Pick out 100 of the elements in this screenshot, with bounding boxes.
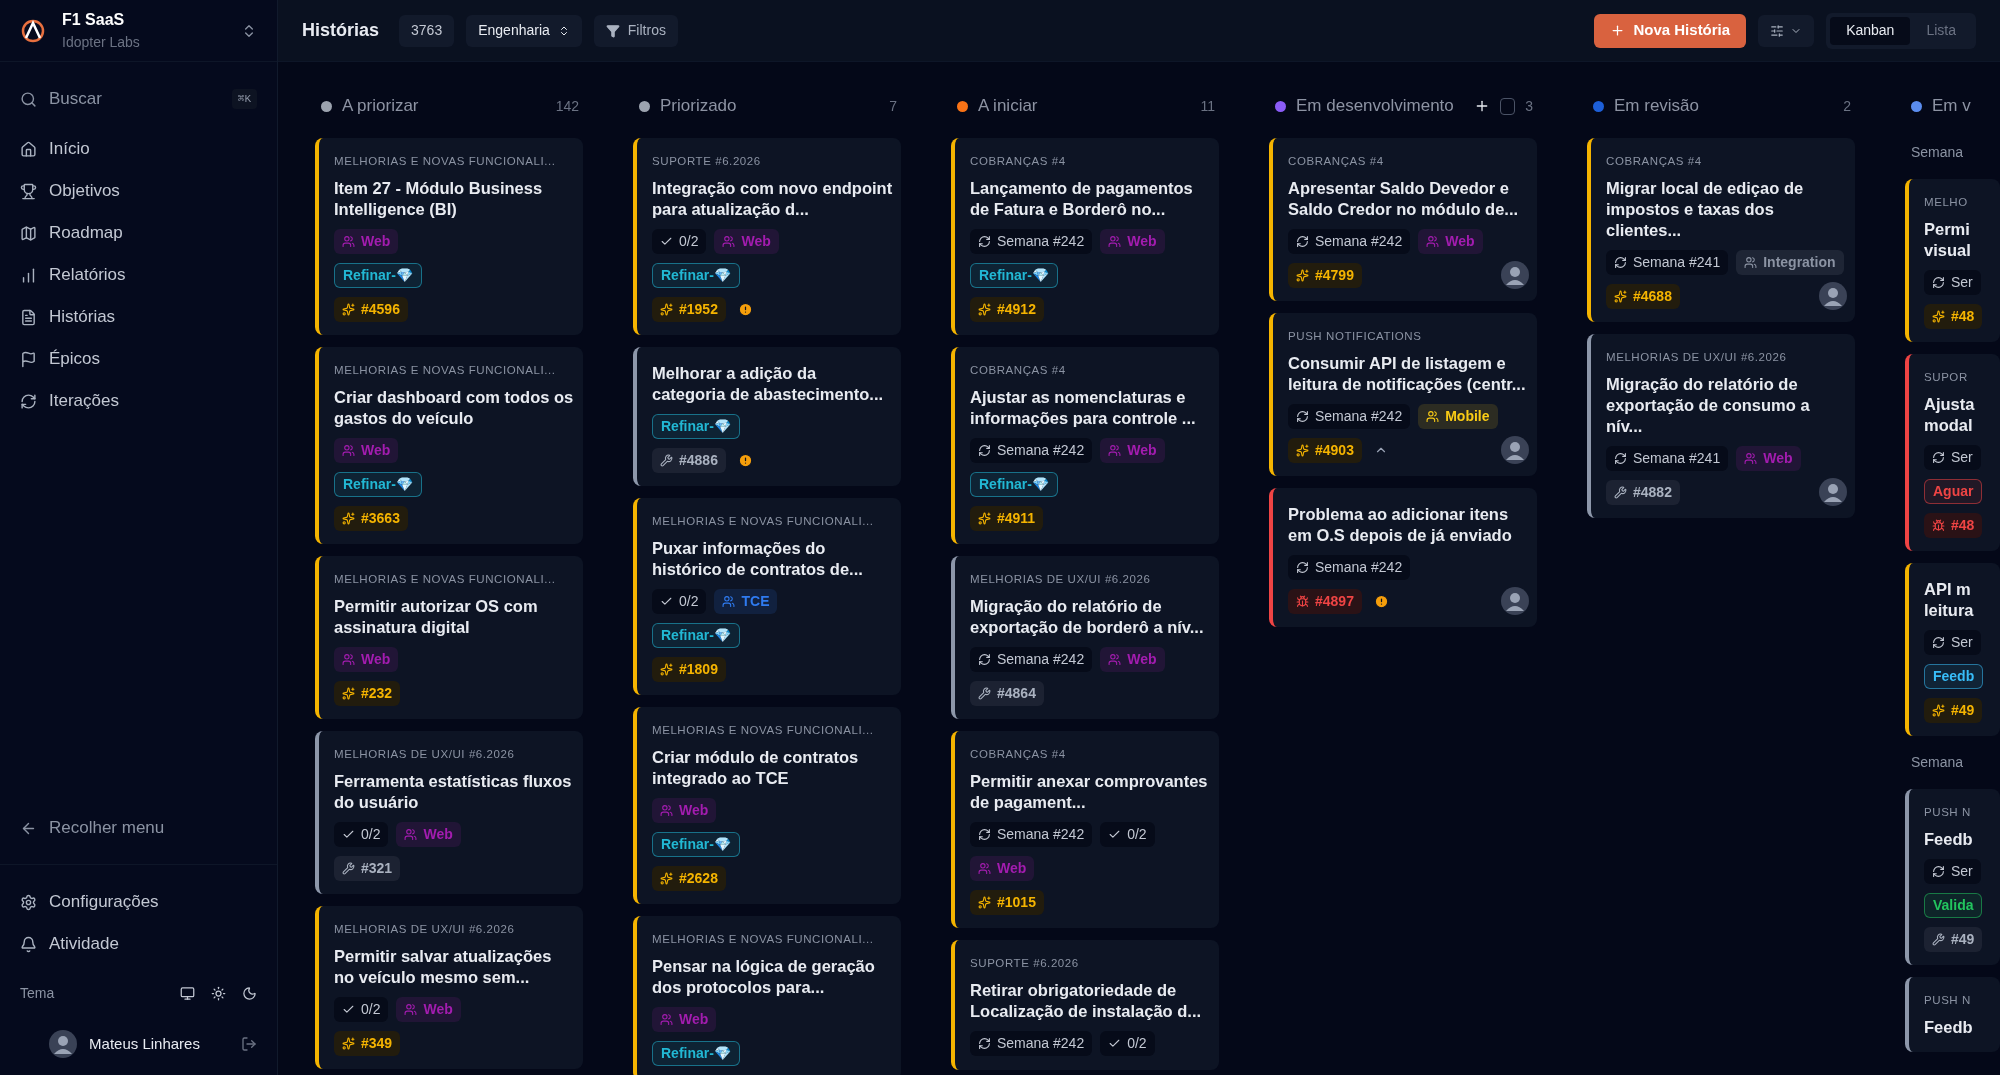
- story-card[interactable]: MELHORIAS DE UX/UI #6.2026 Migração do relatório de exportação de borderô a nív... Semana #242 Web #4864: [951, 556, 1219, 719]
- story-card[interactable]: Melhorar a adição da categoria de abastecimento... Refinar-💎 #4886: [633, 347, 901, 486]
- story-title: Apresentar Saldo Devedor e Saldo Credor no módulo de...: [1288, 178, 1520, 220]
- story-title: Consumir API de listagem e leitura de notificações (centr...: [1288, 353, 1527, 395]
- story-card[interactable]: MELHORIAS E NOVAS FUNCIONALI... Permitir autorizar OS com assinatura digital Web #232: [315, 556, 583, 719]
- story-id[interactable]: #232: [334, 680, 401, 706]
- tools-icon: [1614, 485, 1627, 499]
- people-icon: [722, 595, 736, 608]
- story-card[interactable]: PUSH N Feedb Ser Valida #49: [1905, 789, 2000, 965]
- story-card[interactable]: COBRANÇAS #4 Apresentar Saldo Devedor e Saldo Credor no módulo de... Semana #242 Web #4799: [1269, 138, 1537, 301]
- story-id[interactable]: #4688: [1606, 283, 1680, 309]
- story-id[interactable]: #3663: [334, 505, 408, 531]
- column-title: Em v: [1932, 95, 1971, 118]
- iteration-tag: Semana #242: [970, 647, 1093, 672]
- team-tag: Mobile: [1418, 404, 1498, 429]
- story-id[interactable]: #4596: [334, 296, 408, 322]
- view-tab[interactable]: Kanban: [1830, 16, 1911, 45]
- story-id[interactable]: #1952: [652, 296, 726, 322]
- column-count: 3: [1525, 96, 1533, 116]
- story-card[interactable]: SUPORTE #6.2026 Integração com novo endpoint para atualização d... 0/2 Web Refinar-💎 #1952: [633, 138, 901, 335]
- story-card[interactable]: MELHORIAS E NOVAS FUNCIONALI... Item 27 - Módulo Business Intelligence (BI) Web Refinar-💎 #4596: [315, 138, 583, 335]
- story-card[interactable]: MELHORIAS DE UX/UI #6.2026 Migração do relatório de exportação de consumo a nív... Semana #241 Web #4882: [1587, 334, 1855, 518]
- story-card[interactable]: PUSH NOTIFICATIONS Consumir API de listagem e leitura de notificações (centr... Semana #242 Mobile #4903: [1269, 313, 1537, 476]
- story-card[interactable]: MELHORIAS E NOVAS FUNCIONALI... Puxar informações do histórico de contratos de... 0/2 TCE Refinar-💎 #1809: [633, 498, 901, 695]
- story-id[interactable]: #2628: [652, 865, 726, 891]
- iteration-tag: Ser: [1924, 445, 1981, 470]
- column-count: 2: [1843, 96, 1851, 116]
- epic-label: PUSH NOTIFICATIONS: [1288, 329, 1423, 344]
- iteration-tag: Semana #242: [1288, 404, 1411, 429]
- people-icon: [660, 1013, 673, 1026]
- story-card[interactable]: SUPORTE #6.2026 Retirar obrigatoriedade de Localização de instalação d... Semana #242 0/2: [951, 940, 1219, 1070]
- story-id[interactable]: #321: [334, 855, 401, 881]
- story-card[interactable]: COBRANÇAS #4 Ajustar as nomenclaturas e informações para controle ... Semana #242 Web Refinar-💎 #4911: [951, 347, 1219, 544]
- story-id[interactable]: #1015: [970, 889, 1044, 915]
- story-id[interactable]: #4903: [1288, 437, 1362, 463]
- sparkle-icon: [342, 302, 355, 316]
- story-card[interactable]: API m leitura Ser Feedb #49: [1905, 563, 2000, 736]
- nav-item[interactable]: Iterações: [20, 380, 257, 422]
- story-id[interactable]: #4897: [1288, 588, 1362, 614]
- nav-item[interactable]: Épicos: [20, 338, 257, 380]
- sparkle-icon: [978, 302, 991, 316]
- sparkle-icon: [660, 662, 673, 676]
- story-card[interactable]: Problema ao adicionar itens em O.S depois de já enviado Semana #242 #4897: [1269, 488, 1537, 627]
- story-id[interactable]: #1809: [652, 656, 726, 682]
- story-card[interactable]: MELHO Permi visual Ser #48: [1905, 179, 2000, 342]
- story-id[interactable]: #48: [1924, 512, 1983, 538]
- story-id[interactable]: #49: [1924, 926, 1983, 952]
- nav-item[interactable]: Roadmap: [20, 212, 257, 254]
- story-card[interactable]: PUSH N Feedb: [1905, 977, 2000, 1052]
- story-card[interactable]: SUPOR Ajusta modal Ser Aguar #48: [1905, 354, 2000, 551]
- story-card[interactable]: COBRANÇAS #4 Permitir anexar comprovantes de pagament... Semana #242 0/2 Web #1015: [951, 731, 1219, 928]
- nav-item[interactable]: Histórias: [20, 296, 257, 338]
- story-id[interactable]: #4882: [1606, 479, 1680, 505]
- story-title: Criar dashboard com todos os gastos do veículo: [334, 387, 575, 429]
- epic-label: COBRANÇAS #4: [970, 363, 1067, 378]
- search-field[interactable]: Buscar: [49, 86, 199, 112]
- team-select[interactable]: Engenharia: [466, 14, 582, 47]
- logout-icon[interactable]: [241, 1036, 257, 1052]
- monitor-icon[interactable]: [180, 985, 195, 1001]
- epic-label: MELHORIAS E NOVAS FUNCIONALI...: [652, 723, 875, 738]
- moon-icon[interactable]: [242, 985, 257, 1001]
- iteration-tag: Semana #242: [970, 1031, 1093, 1056]
- new-story-button[interactable]: Nova História: [1594, 13, 1747, 48]
- collapse-menu-link[interactable]: Recolher menu: [0, 808, 277, 848]
- story-id[interactable]: #4886: [652, 447, 726, 473]
- story-id[interactable]: #4799: [1288, 262, 1362, 288]
- story-card[interactable]: MELHORIAS E NOVAS FUNCIONALI... Criar dashboard com todos os gastos do veículo Web Refinar-💎 #3663: [315, 347, 583, 544]
- select-checkbox[interactable]: [1499, 97, 1516, 115]
- story-card[interactable]: MELHORIAS DE UX/UI #6.2026 Ferramenta estatísticas fluxos do usuário 0/2 Web #321: [315, 731, 583, 894]
- nav-item[interactable]: Configurações: [20, 881, 257, 923]
- team-tag: Web: [396, 997, 461, 1022]
- story-card[interactable]: COBRANÇAS #4 Lançamento de pagamentos de Fatura e Borderô no... Semana #242 Web Refinar-💎 #4912: [951, 138, 1219, 335]
- story-card[interactable]: COBRANÇAS #4 Migrar local de ediçao de impostos e taxas dos clientes... Semana #241 Integration #4688: [1587, 138, 1855, 322]
- epic-label: SUPORTE #6.2026: [652, 154, 762, 169]
- story-id[interactable]: #4912: [970, 296, 1044, 322]
- story-card[interactable]: MELHORIAS DE UX/UI #6.2026 Permitir salvar atualizações no veículo mesmo sem... 0/2 Web #349: [315, 906, 583, 1069]
- story-id[interactable]: #4911: [970, 505, 1044, 531]
- people-icon: [722, 235, 736, 248]
- people-icon: [1744, 256, 1758, 269]
- story-id[interactable]: #49: [1924, 697, 1983, 723]
- check-icon: [1108, 1037, 1122, 1050]
- label-tag: Refinar-💎: [970, 472, 1058, 497]
- view-tab[interactable]: Lista: [1910, 16, 1972, 45]
- story-card[interactable]: MELHORIAS E NOVAS FUNCIONALI... Pensar na lógica de geração dos protocolos para... Web Refinar-💎: [633, 916, 901, 1075]
- story-id[interactable]: #349: [334, 1030, 401, 1056]
- story-card[interactable]: MELHORIAS E NOVAS FUNCIONALI... Criar módulo de contratos integrado ao TCE Web Refinar-💎 #2628: [633, 707, 901, 904]
- nav-item[interactable]: Objetivos: [20, 170, 257, 212]
- column-count: 7: [889, 96, 897, 116]
- nav-item[interactable]: Atividade: [20, 923, 257, 965]
- sun-icon[interactable]: [211, 985, 226, 1001]
- tools-icon: [660, 453, 673, 467]
- cycle-icon: [978, 1037, 991, 1050]
- nav-item[interactable]: Início: [20, 128, 257, 170]
- iteration-tag: Semana #242: [970, 822, 1093, 847]
- nav-item[interactable]: Relatórios: [20, 254, 257, 296]
- story-id[interactable]: #48: [1924, 303, 1983, 329]
- team-tag: Web: [1100, 438, 1165, 463]
- display-options-button[interactable]: [1758, 14, 1815, 47]
- story-id[interactable]: #4864: [970, 680, 1044, 706]
- filters-button[interactable]: Filtros: [593, 14, 678, 47]
